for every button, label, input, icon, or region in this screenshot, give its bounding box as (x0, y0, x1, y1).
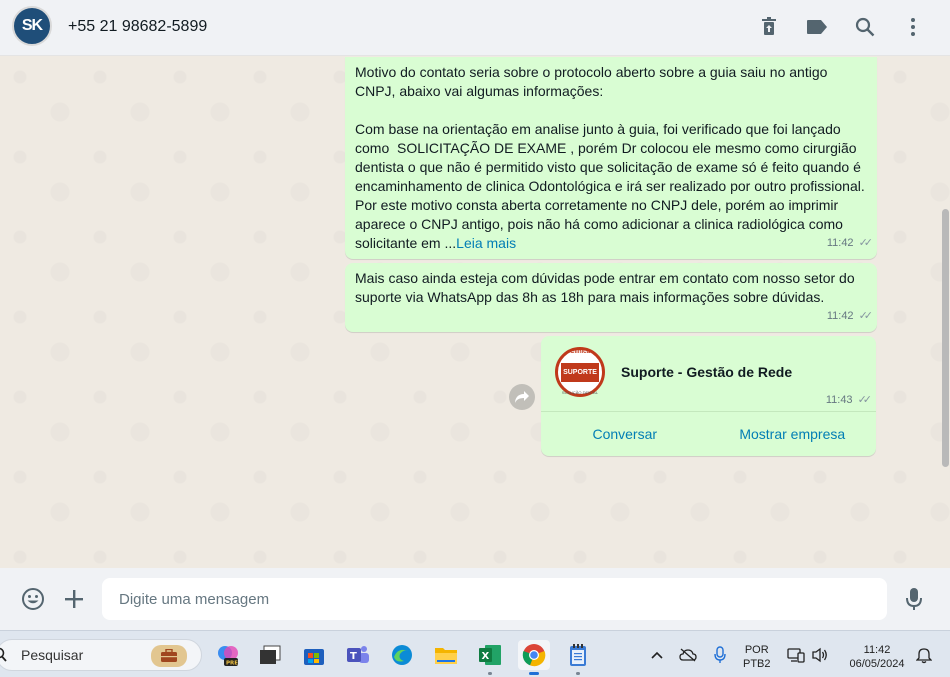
excel-icon[interactable]: X (474, 640, 506, 675)
avatar-logo: SK (21, 17, 43, 34)
notepad-icon[interactable] (562, 640, 594, 675)
contact-name[interactable]: +55 21 98682-5899 (68, 18, 207, 36)
forward-icon[interactable] (509, 384, 535, 410)
search-icon[interactable] (852, 14, 878, 40)
emoji-icon[interactable] (19, 585, 47, 613)
message-time: 11:42 (826, 237, 854, 249)
file-explorer-icon[interactable] (430, 640, 462, 670)
message-time: 11:42 (826, 310, 854, 322)
scrollbar[interactable] (942, 209, 949, 467)
delete-icon[interactable] (756, 14, 782, 40)
microphone-icon[interactable] (900, 585, 928, 613)
chat-header: SK +55 21 98682-5899 (0, 0, 950, 56)
message-list[interactable]: Motivo do contato seria sobre o protocol… (0, 57, 950, 568)
store-icon[interactable] (298, 640, 330, 670)
double-check-icon: ✓✓ (858, 237, 874, 249)
search-label: Pesquisar (21, 647, 84, 663)
taskbar-search[interactable]: Pesquisar (0, 639, 202, 671)
double-check-icon: ✓✓ (857, 394, 873, 406)
message-meta: 11:43 ✓✓ (825, 391, 873, 410)
read-more-link[interactable]: Leia mais (456, 235, 516, 251)
message-bubble[interactable]: Mais caso ainda esteja com dúvidas pode … (345, 263, 877, 332)
network-icon[interactable] (787, 646, 805, 664)
cloud-offline-icon[interactable] (679, 646, 697, 664)
contact-card-name: Suporte - Gestão de Rede (621, 363, 793, 380)
volume-icon[interactable] (811, 646, 829, 664)
show-business-button[interactable]: Mostrar empresa (709, 412, 877, 456)
message-input[interactable] (102, 578, 887, 620)
notification-bell-icon[interactable] (915, 646, 933, 664)
chrome-icon[interactable] (518, 640, 550, 675)
message-text: Motivo do contato seria sobre o protocol… (355, 64, 865, 251)
message-time: 11:43 (825, 394, 853, 406)
svg-text:PRE: PRE (226, 661, 238, 667)
message-meta: 11:42 ✓✓ (826, 234, 874, 253)
contact-card-logo: Clinica SUPORTE SOLUÇÃO DENTAL (555, 347, 605, 397)
contact-avatar[interactable]: SK (12, 6, 52, 46)
chevron-up-icon[interactable] (648, 646, 666, 664)
message-text: Mais caso ainda esteja com dúvidas pode … (355, 270, 859, 305)
search-icon (0, 647, 9, 668)
label-icon[interactable] (804, 14, 830, 40)
composer (0, 568, 950, 630)
menu-icon[interactable] (900, 14, 926, 40)
copilot-icon[interactable]: PRE (212, 640, 244, 670)
edge-icon[interactable] (386, 640, 418, 670)
task-view-icon[interactable] (254, 640, 286, 670)
svg-text:X: X (482, 651, 490, 662)
message-meta: 11:42 ✓✓ (826, 307, 874, 326)
contact-card-message[interactable]: Clinica SUPORTE SOLUÇÃO DENTAL Suporte -… (541, 336, 876, 456)
running-indicator (576, 672, 580, 675)
teams-icon[interactable]: T (342, 640, 374, 670)
contact-card[interactable]: Clinica SUPORTE SOLUÇÃO DENTAL Suporte -… (555, 347, 792, 397)
clock[interactable]: 11:42 06/05/2024 (843, 643, 911, 671)
windows-taskbar: Pesquisar PRE T X POR PTB2 11:42 06/05/2… (0, 630, 950, 677)
active-indicator (529, 672, 539, 675)
briefcase-icon (151, 645, 187, 667)
running-indicator (488, 672, 492, 675)
double-check-icon: ✓✓ (858, 310, 874, 322)
chat-contact-button[interactable]: Conversar (541, 412, 709, 456)
svg-text:T: T (350, 651, 357, 662)
attach-plus-icon[interactable] (60, 585, 88, 613)
input-language[interactable]: POR PTB2 (743, 643, 771, 671)
microphone-icon[interactable] (711, 646, 729, 664)
message-bubble[interactable]: Motivo do contato seria sobre o protocol… (345, 57, 877, 259)
